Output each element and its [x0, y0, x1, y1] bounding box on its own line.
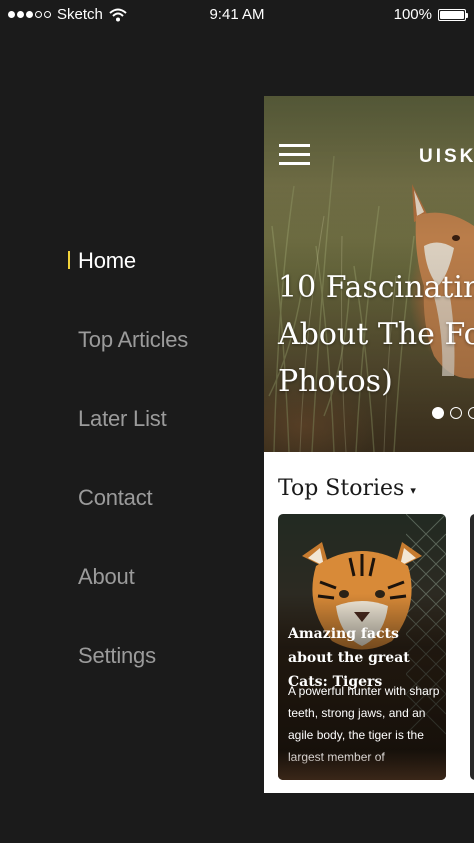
menu-item-later-list[interactable]: Later List — [78, 406, 167, 432]
card-fade — [278, 750, 446, 780]
hero-banner[interactable]: UISK 10 Fascinating About The Fox Photos… — [264, 96, 474, 452]
chevron-down-icon: ▾ — [410, 485, 416, 497]
menu-item-label: Settings — [78, 643, 156, 668]
hero-pagination[interactable] — [432, 407, 474, 419]
section-title: Top Stories — [278, 476, 405, 501]
menu-item-label: About — [78, 564, 135, 589]
menu-item-top-articles[interactable]: Top Articles — [78, 327, 188, 353]
top-stories-dropdown[interactable]: Top Stories ▾ — [278, 476, 416, 501]
active-indicator — [68, 251, 70, 269]
hamburger-menu-icon[interactable] — [279, 144, 310, 166]
page-dot[interactable] — [468, 407, 474, 419]
page-dot[interactable] — [450, 407, 462, 419]
menu-item-label: Top Articles — [78, 327, 189, 352]
menu-item-settings[interactable]: Settings — [78, 643, 156, 669]
status-bar: Sketch 9:41 AM 100% — [0, 0, 474, 30]
app-content-panel[interactable]: UISK 10 Fascinating About The Fox Photos… — [264, 96, 474, 793]
battery-percentage: 100% — [393, 6, 432, 23]
menu-item-about[interactable]: About — [78, 564, 135, 590]
next-story-card-peek[interactable] — [470, 514, 474, 780]
menu-item-label: Home — [78, 248, 136, 273]
status-right: 100% — [393, 6, 468, 23]
app-brand-logo: UISK — [419, 146, 474, 167]
menu-item-label: Later List — [78, 406, 167, 431]
story-card[interactable]: Amazing facts about the great Cats: Tige… — [278, 514, 446, 780]
page-dot-active[interactable] — [432, 407, 444, 419]
battery-icon — [438, 8, 468, 21]
hero-article-title[interactable]: 10 Fascinating About The Fox Photos) — [278, 264, 474, 405]
menu-item-label: Contact — [78, 485, 153, 510]
menu-item-home[interactable]: Home — [68, 248, 136, 274]
menu-item-contact[interactable]: Contact — [78, 485, 153, 511]
